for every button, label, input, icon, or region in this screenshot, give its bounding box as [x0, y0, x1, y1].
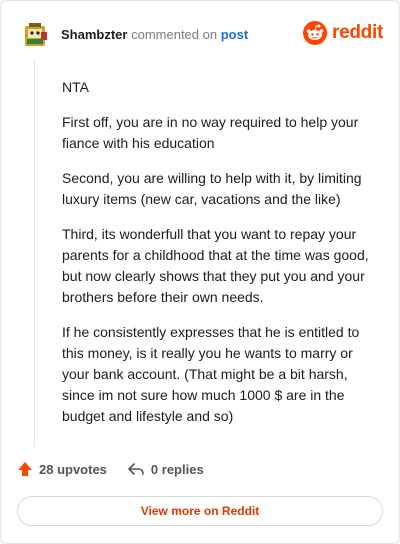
comment-paragraph: Second, you are willing to help with it,… — [62, 170, 362, 207]
reply-button[interactable]: 0 replies — [127, 461, 204, 477]
comment-embed-card: Shambzter commented on post reddit NTA F… — [0, 0, 400, 544]
post-link[interactable]: post — [221, 27, 248, 42]
comment-meta: Shambzter commented on post — [61, 27, 248, 42]
comment-paragraph: NTA — [62, 79, 89, 95]
user-avatar[interactable] — [19, 18, 51, 50]
comment-body: NTA First off, you are in no way require… — [62, 77, 378, 441]
snoo-avatar-icon — [19, 18, 51, 50]
comment-paragraph: Third, its wonderfull that you want to r… — [62, 226, 369, 305]
upvote-arrow-icon — [18, 462, 32, 476]
upvote-count: 28 upvotes — [39, 461, 107, 477]
reddit-logo[interactable]: reddit — [303, 21, 383, 45]
comment-actions: 28 upvotes 0 replies — [17, 461, 204, 477]
comment-paragraph: If he consistently expresses that he is … — [62, 324, 360, 424]
comment-header: Shambzter commented on post — [19, 17, 248, 51]
view-more-button[interactable]: View more on Reddit — [17, 496, 383, 526]
reply-count: 0 replies — [150, 461, 204, 477]
thread-line — [34, 59, 35, 447]
reddit-wordmark: reddit — [332, 22, 383, 43]
reply-arrow-icon — [128, 463, 144, 475]
upvote-button[interactable]: 28 upvotes — [17, 461, 107, 477]
username[interactable]: Shambzter — [61, 27, 127, 42]
action-text: commented on — [131, 26, 218, 42]
comment-paragraph: First off, you are in no way required to… — [62, 114, 359, 151]
reddit-snoo-icon — [303, 21, 328, 45]
